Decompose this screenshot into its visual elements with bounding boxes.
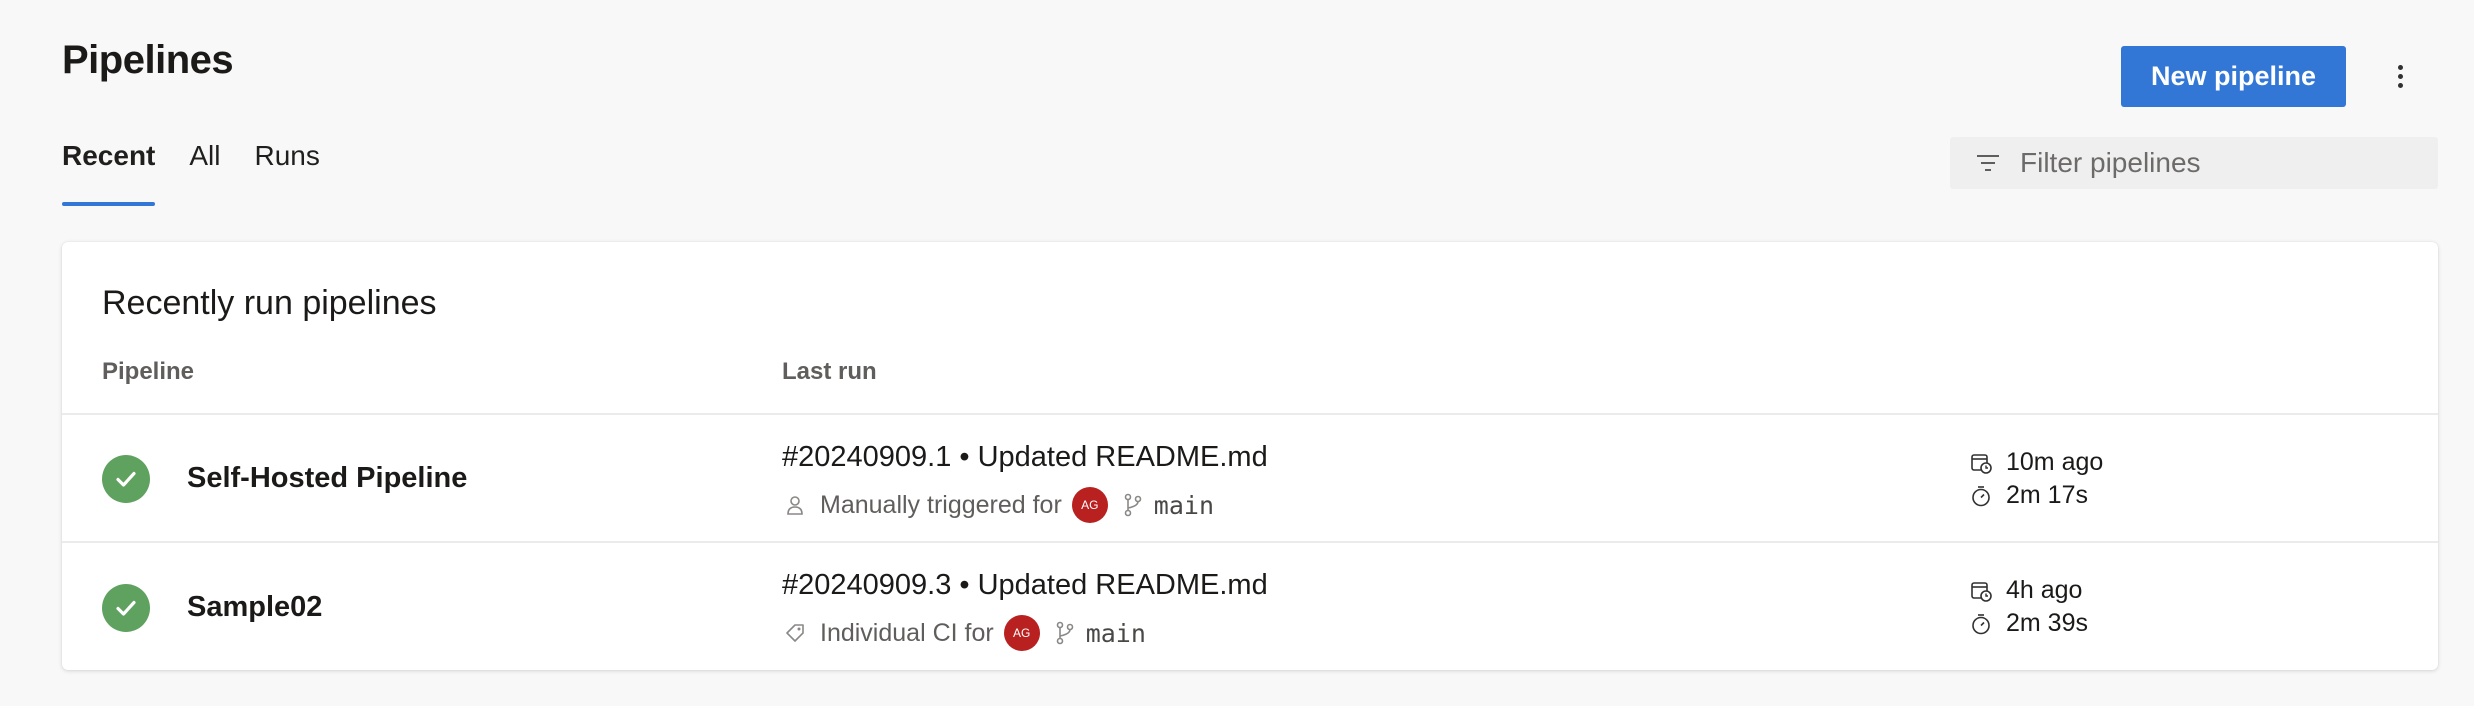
run-started: 4h ago bbox=[1970, 576, 2082, 605]
tab-all[interactable]: All bbox=[189, 140, 220, 210]
trigger-text: Individual CI for bbox=[820, 618, 994, 647]
trigger-text: Manually triggered for bbox=[820, 490, 1062, 519]
branch-name: main bbox=[1153, 490, 1215, 520]
run-duration: 2m 39s bbox=[1970, 609, 2088, 638]
started-text: 4h ago bbox=[2006, 576, 2083, 604]
run-trigger-info: Individual CI for AG main bbox=[784, 615, 1146, 651]
recent-pipelines-card: Recently run pipelines Pipeline Last run… bbox=[62, 242, 2438, 670]
tag-icon bbox=[786, 624, 804, 642]
filter-box[interactable] bbox=[1950, 137, 2438, 189]
calendar-clock-icon bbox=[1971, 581, 1992, 602]
duration-text: 2m 39s bbox=[2006, 609, 2088, 637]
filter-input[interactable] bbox=[2020, 147, 2420, 179]
branch-icon bbox=[1124, 493, 1142, 517]
page-title: Pipelines bbox=[62, 38, 234, 82]
pipeline-name-link[interactable]: Self-Hosted Pipeline bbox=[187, 462, 467, 495]
more-vertical-icon[interactable] bbox=[2380, 56, 2420, 96]
person-icon bbox=[787, 496, 803, 515]
column-header-pipeline: Pipeline bbox=[102, 358, 195, 385]
run-trigger-info: Manually triggered for AG main bbox=[784, 487, 1214, 523]
started-text: 10m ago bbox=[2006, 448, 2104, 476]
new-pipeline-button[interactable]: New pipeline bbox=[2121, 46, 2346, 107]
tab-runs[interactable]: Runs bbox=[255, 140, 320, 210]
filter-icon bbox=[1977, 155, 1999, 171]
column-header-last-run: Last run bbox=[782, 358, 877, 385]
pipeline-name-link[interactable]: Sample02 bbox=[187, 591, 322, 624]
stopwatch-icon bbox=[1972, 613, 1990, 634]
duration-text: 2m 17s bbox=[2006, 481, 2088, 509]
stopwatch-icon bbox=[1972, 485, 1990, 506]
pipelines-page: Pipelines New pipeline Recent All Runs R… bbox=[0, 0, 2474, 706]
success-status-icon bbox=[102, 584, 150, 632]
avatar: AG bbox=[1003, 615, 1040, 651]
calendar-clock-icon bbox=[1971, 453, 1992, 474]
tab-recent[interactable]: Recent bbox=[62, 140, 156, 210]
branch-name: main bbox=[1085, 618, 1146, 648]
pipeline-row[interactable]: Sample02 #20240909.3 • Updated README.md… bbox=[62, 541, 2438, 669]
success-status-icon bbox=[102, 455, 150, 503]
avatar: AG bbox=[1071, 487, 1108, 523]
run-title-link[interactable]: #20240909.3 • Updated README.md bbox=[782, 569, 1268, 602]
run-duration: 2m 17s bbox=[1970, 481, 2088, 510]
run-started: 10m ago bbox=[1970, 448, 2103, 477]
card-title: Recently run pipelines bbox=[102, 284, 437, 322]
branch-icon bbox=[1056, 621, 1074, 645]
run-title-link[interactable]: #20240909.1 • Updated README.md bbox=[782, 441, 1268, 474]
pipeline-row[interactable]: Self-Hosted Pipeline #20240909.1 • Updat… bbox=[62, 413, 2438, 541]
tab-bar: Recent All Runs bbox=[62, 140, 354, 210]
